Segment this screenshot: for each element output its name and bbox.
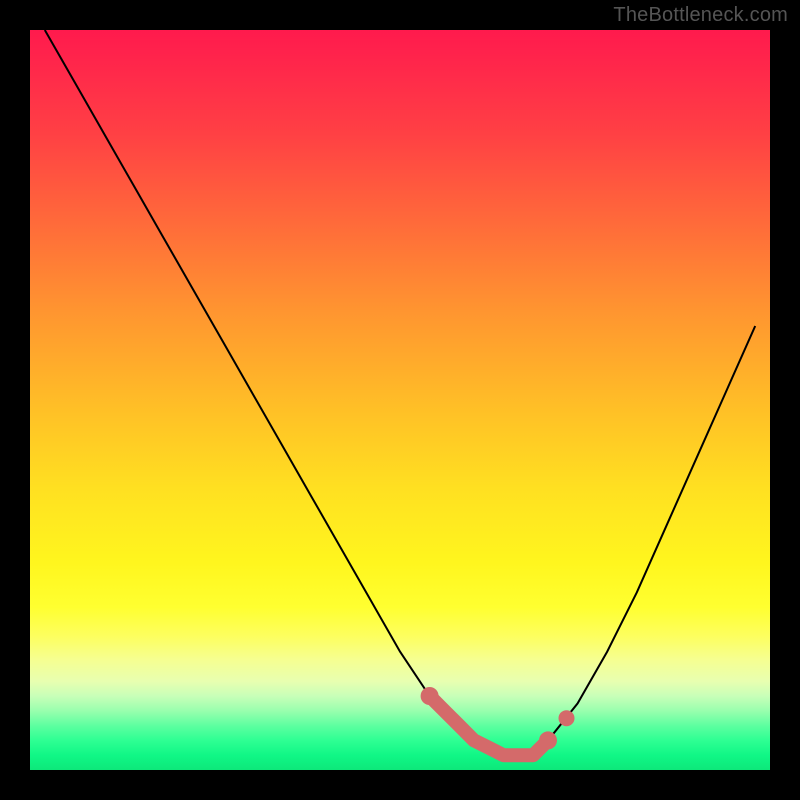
curve-svg	[30, 30, 770, 770]
optimal-range-dot	[559, 710, 575, 726]
attribution-text: TheBottleneck.com	[613, 4, 788, 27]
optimal-range-dot	[539, 731, 557, 749]
optimal-range-dot	[421, 687, 439, 705]
optimal-range-line	[430, 696, 548, 755]
chart-frame: TheBottleneck.com	[0, 0, 800, 800]
plot-area	[30, 30, 770, 770]
bottleneck-curve	[45, 30, 755, 755]
optimal-range-markers	[421, 687, 575, 755]
